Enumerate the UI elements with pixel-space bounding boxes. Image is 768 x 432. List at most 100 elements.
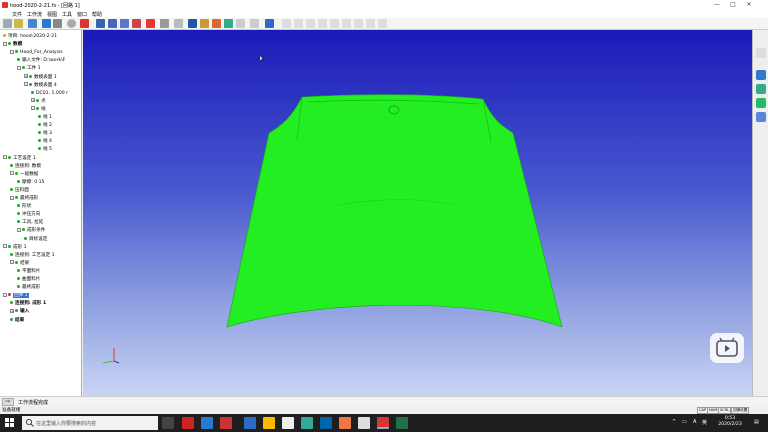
menu-file[interactable]: 文件 xyxy=(12,11,22,18)
tree-item[interactable]: 结果 xyxy=(10,317,24,324)
tree-item[interactable]: - 数模 xyxy=(3,41,22,48)
tray-ime[interactable]: 英 xyxy=(702,419,707,426)
result-icon-6[interactable] xyxy=(342,19,351,28)
collapse-icon[interactable]: - xyxy=(24,82,28,87)
tree-item[interactable]: 线 3 xyxy=(38,130,52,137)
result-icon-3[interactable] xyxy=(306,19,315,28)
tree-item[interactable]: - 数模表面 4 xyxy=(24,82,57,89)
hood-surface[interactable] xyxy=(226,94,563,328)
collapse-icon[interactable]: - xyxy=(3,244,7,249)
dropdown-icon[interactable] xyxy=(174,19,183,28)
tree-item[interactable]: 摩擦: 0.15 xyxy=(17,179,44,186)
excel-icon[interactable] xyxy=(396,417,408,429)
hide-icon[interactable] xyxy=(250,19,259,28)
notification-icon[interactable]: ▤ xyxy=(754,419,759,425)
panel-icon-3[interactable] xyxy=(756,84,766,94)
tree-item[interactable]: 曲面料片 xyxy=(17,276,40,283)
tree-item[interactable]: - 工艺设定 1 xyxy=(3,155,36,162)
tree-item[interactable]: 连接到: 数模 xyxy=(10,163,41,170)
taskbar-app-word-icon[interactable] xyxy=(244,417,256,429)
mesh-icon[interactable] xyxy=(200,19,209,28)
tree-item[interactable]: 最终成形 xyxy=(17,284,40,291)
save-icon[interactable] xyxy=(28,19,37,28)
tree-item[interactable]: 线 2 xyxy=(38,122,52,129)
collapse-icon[interactable]: - xyxy=(3,41,7,46)
tree-item[interactable]: 输入文件: D:\work\F xyxy=(17,57,65,64)
tree-item[interactable]: DC01, 1.000 r xyxy=(31,90,68,97)
tree-item[interactable]: - 成形 1 xyxy=(3,244,27,251)
tree-item[interactable]: -线 xyxy=(31,106,46,113)
tree-item[interactable]: 连接到: 成形 1 xyxy=(10,300,46,307)
tree-item[interactable]: 线 4 xyxy=(38,138,52,145)
network-icon[interactable]: ▭ xyxy=(682,419,687,425)
menu-view[interactable]: 视图 xyxy=(47,11,57,18)
expand-icon[interactable]: + xyxy=(10,308,14,313)
help-icon[interactable] xyxy=(80,19,89,28)
collapse-icon[interactable]: - xyxy=(17,227,21,232)
monitor-icon[interactable] xyxy=(42,19,51,28)
open-folder-icon[interactable] xyxy=(14,19,23,28)
tree-item[interactable]: 线 5 xyxy=(38,146,52,153)
panel-icon-2[interactable] xyxy=(756,70,766,80)
tree-item[interactable]: - 一般数据 xyxy=(10,171,38,178)
options-icon[interactable] xyxy=(236,19,245,28)
zoom-icon[interactable] xyxy=(108,19,117,28)
tray-lang[interactable]: A xyxy=(693,419,696,425)
taskbar-app-red-icon[interactable] xyxy=(182,417,194,429)
run-icon[interactable] xyxy=(67,19,76,28)
calculator-icon[interactable] xyxy=(282,417,294,429)
taskbar-app-acrobat-icon[interactable] xyxy=(220,417,232,429)
tree-item[interactable]: - 成形条件 xyxy=(17,227,45,234)
panel-icon-1[interactable] xyxy=(756,48,766,58)
file-explorer-icon[interactable] xyxy=(263,417,275,429)
menu-workflow[interactable]: 工作流 xyxy=(27,11,42,18)
tree-item[interactable]: - 最终成形 xyxy=(10,195,38,202)
expand-icon[interactable]: + xyxy=(31,98,35,103)
tree-item[interactable]: 形状 xyxy=(17,203,31,210)
minimize-button[interactable]: — xyxy=(710,1,724,9)
arrow-right-icon[interactable]: ⇨ xyxy=(2,398,14,406)
collapse-icon[interactable]: - xyxy=(10,195,14,200)
forming-suite-taskbar-icon[interactable] xyxy=(377,417,389,429)
tree-item[interactable]: - Hood_For_Analysis xyxy=(10,49,63,56)
taskbar-app-teal-icon[interactable] xyxy=(301,417,313,429)
result-icon-2[interactable] xyxy=(294,19,303,28)
tree-item[interactable]: - 工件 1 xyxy=(17,65,41,72)
maximize-button[interactable]: □ xyxy=(726,1,740,9)
measure-icon[interactable] xyxy=(224,19,233,28)
task-view-icon[interactable] xyxy=(162,417,174,429)
section-icon[interactable] xyxy=(212,19,221,28)
print-icon[interactable] xyxy=(53,19,62,28)
result-icon-9[interactable] xyxy=(378,19,387,28)
collapse-icon[interactable]: - xyxy=(10,171,14,176)
taskbar-app-blue-icon[interactable] xyxy=(201,417,213,429)
result-icon-7[interactable] xyxy=(354,19,363,28)
tree-item[interactable]: - 结果 xyxy=(10,260,29,267)
collapse-icon[interactable]: - xyxy=(31,106,35,111)
taskbar-search-box[interactable]: 在这里输入你要搜索的内容 xyxy=(22,416,158,430)
tree-item[interactable]: 平面料片 xyxy=(17,268,40,275)
tree-item[interactable]: 项目: hood-2020-2-21 xyxy=(3,33,57,40)
pan-icon[interactable] xyxy=(146,19,155,28)
collapse-icon[interactable]: - xyxy=(3,292,7,297)
tree-item[interactable]: 连接到: 工艺设定 1 xyxy=(10,252,55,259)
result-icon-8[interactable] xyxy=(366,19,375,28)
result-icon-4[interactable] xyxy=(318,19,327,28)
taskbar-app-orange-icon[interactable] xyxy=(339,417,351,429)
project-tree[interactable]: 项目: hood-2020-2-21- 数模 - Hood_For_Analysis 输… xyxy=(0,30,82,396)
panel-icon-4[interactable] xyxy=(756,98,766,108)
tree-item[interactable]: 线 1 xyxy=(38,114,52,121)
video-play-button[interactable] xyxy=(710,333,744,363)
view-cube-icon[interactable] xyxy=(160,19,169,28)
collapse-icon[interactable]: - xyxy=(10,49,14,54)
expand-icon[interactable]: + xyxy=(24,74,28,78)
new-file-icon[interactable] xyxy=(3,19,12,28)
taskbar-clock[interactable]: 0:53 2020/2/23 xyxy=(710,416,750,428)
result-icon-1[interactable] xyxy=(282,19,291,28)
tree-item[interactable]: 工具, 拉延 xyxy=(17,219,43,226)
tree-item[interactable]: + 数模表面 1 xyxy=(24,74,57,81)
zoom-window-icon[interactable] xyxy=(120,19,129,28)
collapse-icon[interactable]: - xyxy=(3,155,7,159)
edge-browser-icon[interactable] xyxy=(320,417,332,429)
tree-item[interactable]: + 点 xyxy=(31,98,46,105)
